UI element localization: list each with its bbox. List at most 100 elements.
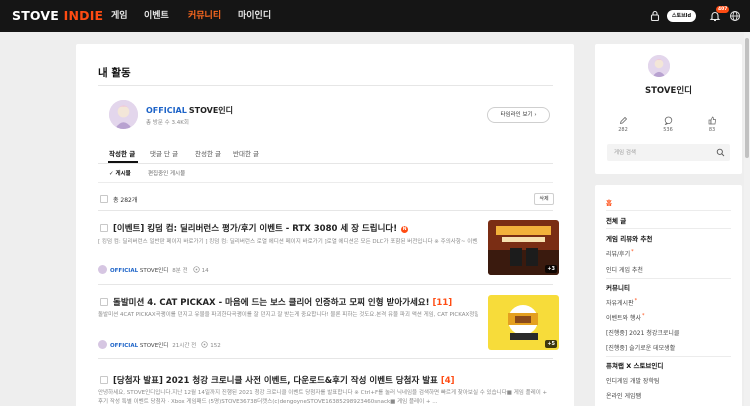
divider — [98, 85, 553, 86]
page-title: 내 활동 — [98, 67, 131, 79]
stat-likes[interactable]: 83 — [700, 116, 724, 133]
pencil-icon — [619, 116, 628, 125]
post-checkbox[interactable] — [100, 298, 108, 306]
stat-likes-value: 83 — [708, 127, 716, 133]
tab-downvoted-posts[interactable]: 반대한 글 — [233, 148, 259, 158]
post-comment-count: [4] — [440, 376, 455, 386]
sidebar-item-all-posts[interactable]: 전체 글 — [606, 215, 626, 225]
profile-name: OFFICIAL STOVE인디 — [146, 105, 233, 116]
top-navigation-bar: STOVE INDIE 게임 이벤트 커뮤니티 마이인디 스토브Id 407 — [0, 0, 750, 32]
sidebar-section-game-reviews: 게임 리뷰와 추천 — [606, 235, 653, 243]
post-title[interactable]: [당첨자 발표] 2021 청강 크로니클 사전 이벤트, 다운로드&후기 작성… — [113, 374, 455, 386]
comment-count: 14 — [201, 268, 209, 274]
logo-text-indie: INDIE — [63, 8, 104, 23]
visit-count: 총 방문 수 3.4K회 — [146, 120, 189, 126]
author-avatar — [98, 265, 107, 274]
divider — [606, 278, 731, 279]
image-count-badge: +3 — [545, 265, 557, 273]
tab-upvoted-posts[interactable]: 찬성한 글 — [195, 148, 221, 158]
stat-comments-value: 536 — [663, 127, 673, 133]
new-mark: * — [634, 298, 638, 304]
tab-commented-posts[interactable]: 댓글 단 글 — [150, 148, 178, 158]
author-official-label: OFFICIAL — [110, 343, 139, 349]
divider — [606, 228, 731, 229]
sidebar-section-community: 커뮤니티 — [606, 284, 630, 292]
scrollbar-thumb[interactable] — [745, 38, 749, 158]
post-title-text: [이벤트] 킹덤 컴: 딜리버런스 평가/후기 이벤트 - RTX 3080 세… — [113, 224, 398, 234]
divider — [606, 210, 731, 211]
page-scrollbar[interactable] — [744, 32, 750, 406]
post-thumbnail[interactable]: +5 — [488, 295, 559, 350]
timeline-button-label: 타임라인 보기 — [500, 112, 533, 118]
post-title[interactable]: [이벤트] 킹덤 컴: 딜리버런스 평가/후기 이벤트 - RTX 3080 세… — [113, 222, 409, 234]
post-meta: OFFICIAL STOVE인디 8분 전 14 — [98, 265, 209, 275]
image-count-badge: +5 — [545, 340, 557, 348]
sidebar-item-events[interactable]: 이벤트와 행사* — [606, 313, 645, 322]
post-author[interactable]: STOVE인디 — [140, 268, 168, 274]
divider — [98, 163, 553, 164]
nav-item-community[interactable]: 커뮤니티 — [188, 9, 221, 23]
comment-count: 152 — [210, 343, 221, 349]
sidebar-item-game-jam[interactable]: 온라인 게임쨈 — [606, 391, 641, 400]
total-post-count: 총 282개 — [113, 197, 138, 204]
post-excerpt[interactable]: 안녕하세요, STOVE인디입니다.지난 12월 14일까지 진행된 2021 … — [98, 389, 553, 406]
post-excerpt[interactable]: 돌발미션 4CAT PICKAX곡괭이를 던지고 유물을 파괴한다곡괭이를 잘 … — [98, 311, 478, 320]
post-comment-count: [11] — [432, 298, 453, 308]
stat-posts[interactable]: 282 — [611, 116, 635, 133]
subtab-posts[interactable]: ✓ 게시물 — [109, 169, 131, 177]
thumbs-up-icon — [708, 116, 717, 125]
nav-item-game[interactable]: 게임 — [111, 9, 128, 23]
timeline-view-button[interactable]: 타임라인 보기 › — [487, 107, 550, 123]
sidebar-item-chronicle[interactable]: [진행중] 2021 청강크로니클 — [606, 328, 679, 337]
stat-comments[interactable]: 536 — [656, 116, 680, 133]
notification-count-badge: 407 — [716, 6, 730, 13]
sidebar-item-free-board[interactable]: 자유게시판* — [606, 298, 637, 307]
comment-icon — [664, 116, 673, 125]
profile-nickname: STOVE인디 — [188, 106, 234, 115]
comment-icon — [201, 341, 208, 348]
sidebar-item-home[interactable]: 홈 — [606, 197, 612, 207]
author-official-label: OFFICIAL — [110, 268, 139, 274]
game-search-input[interactable] — [614, 148, 714, 157]
nav-item-event[interactable]: 이벤트 — [144, 9, 169, 23]
new-badge: N — [401, 226, 409, 233]
account-button[interactable]: 스토브Id — [667, 10, 696, 22]
post-checkbox[interactable] — [100, 376, 108, 384]
author-avatar — [98, 340, 107, 349]
nav-item-my-indie[interactable]: 마이인디 — [238, 9, 271, 23]
subtab-drafts[interactable]: 편집중인 게시물 — [148, 169, 185, 177]
delete-button[interactable]: 삭제 — [534, 193, 554, 205]
lock-icon[interactable] — [649, 10, 661, 22]
post-checkbox[interactable] — [100, 224, 108, 232]
game-search-box — [607, 144, 730, 161]
search-icon[interactable] — [716, 148, 725, 157]
tab-written-posts[interactable]: 작성한 글 — [109, 148, 135, 158]
divider — [98, 182, 553, 183]
stove-indie-logo[interactable]: STOVE INDIE — [12, 8, 103, 24]
sidebar-avatar[interactable] — [648, 55, 670, 77]
sidebar-item-label: 자유게시판 — [606, 300, 634, 307]
sidebar-profile-name: STOVE인디 — [645, 86, 692, 96]
select-all-checkbox[interactable] — [100, 195, 108, 203]
post-time: 8분 전 — [172, 268, 188, 274]
sidebar-item-label: 리뷰/후기 — [606, 251, 631, 258]
sidebar-profile-card: STOVE인디 282 536 83 — [595, 44, 742, 174]
sidebar-item-indie-recommend[interactable]: 인디 게임 추천 — [606, 265, 643, 274]
sidebar-item-label: 이벤트와 행사 — [606, 315, 642, 322]
post-author[interactable]: STOVE인디 — [140, 343, 168, 349]
profile-avatar[interactable] — [109, 100, 138, 129]
post-time: 21시간 전 — [172, 343, 197, 349]
logo-text-stove: STOVE — [12, 8, 60, 23]
sidebar-item-demo-life[interactable]: [진행중] 슬기로운 데모생활 — [606, 343, 675, 352]
post-title-text: [당첨자 발표] 2021 청강 크로니클 사전 이벤트, 다운로드&후기 작성… — [113, 376, 438, 386]
globe-icon[interactable] — [729, 10, 741, 22]
post-excerpt[interactable]: [ 킹덤 컴: 딜리버런스 일반판 페이지 바로가기 ] 킹덤 컴: 딜리버런스… — [98, 238, 478, 247]
post-title[interactable]: 돌발미션 4. CAT PICKAX - 마음에 드는 보스 클리어 인증하고 … — [113, 296, 452, 308]
new-mark: * — [642, 313, 645, 319]
new-mark: * — [631, 249, 634, 255]
sidebar-item-reviews[interactable]: 리뷰/후기* — [606, 249, 634, 258]
my-activity-panel: 내 활동 OFFICIAL STOVE인디 총 방문 수 3.4K회 타임라인 보… — [76, 44, 574, 406]
sidebar-item-scholarship[interactable]: 인디게임 개발 장학팀 — [606, 376, 660, 385]
post-thumbnail[interactable]: +3 — [488, 220, 559, 275]
chevron-right-icon: › — [534, 112, 537, 118]
